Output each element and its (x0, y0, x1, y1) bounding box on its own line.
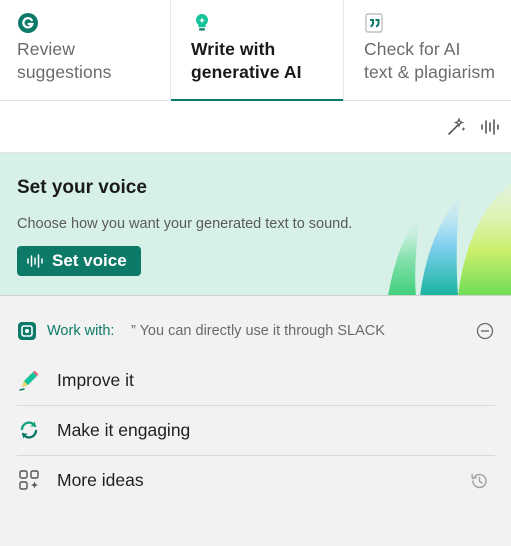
sparkle-icon[interactable] (445, 116, 467, 138)
action-more-ideas[interactable]: More ideas (17, 456, 495, 506)
grammarly-g-icon (18, 13, 38, 33)
toolbar (0, 101, 511, 153)
quote-icon (365, 13, 383, 33)
remove-context-icon[interactable] (476, 322, 494, 340)
action-make-it-engaging[interactable]: Make it engaging (17, 406, 495, 456)
work-with-label: Work with: (47, 323, 115, 339)
refresh-icon (20, 421, 38, 439)
action-improve-it[interactable]: Improve it (17, 356, 495, 406)
tab-review-suggestions[interactable]: Review suggestions (0, 0, 170, 101)
action-label: More ideas (57, 470, 144, 490)
context-icon (18, 322, 36, 340)
work-with-row: Work with: ” You can directly use it thr… (0, 318, 511, 344)
banner-title: Set your voice (17, 177, 147, 198)
voice-wave-icon (27, 254, 43, 268)
tab-check-ai-plagiarism[interactable]: Check for AI text & plagiarism (343, 0, 511, 101)
action-label: Improve it (57, 370, 134, 390)
tab-label: Review suggestions (17, 39, 112, 82)
tab-write-with-ai[interactable]: Write with generative AI (170, 0, 343, 102)
pencil-icon (19, 370, 39, 391)
tab-bar: Review suggestions Write with generative… (0, 0, 511, 102)
decorative-wave-art (388, 183, 511, 295)
tab-label: Check for AI text & plagiarism (364, 39, 496, 82)
banner-description: Choose how you want your generated text … (17, 216, 353, 232)
voice-wave-icon[interactable] (479, 116, 501, 138)
set-voice-banner: Set your voice Choose how you want your … (0, 153, 511, 296)
history-icon[interactable] (469, 471, 489, 491)
set-voice-label: Set voice (52, 251, 127, 270)
set-voice-button[interactable]: Set voice (17, 246, 141, 276)
action-label: Make it engaging (57, 420, 191, 440)
tab-label: Write with generative AI (191, 39, 302, 82)
work-with-quote: ” You can directly use it through SLACK (131, 323, 385, 339)
grid-sparkle-icon (19, 470, 39, 490)
lightbulb-icon (196, 14, 208, 31)
